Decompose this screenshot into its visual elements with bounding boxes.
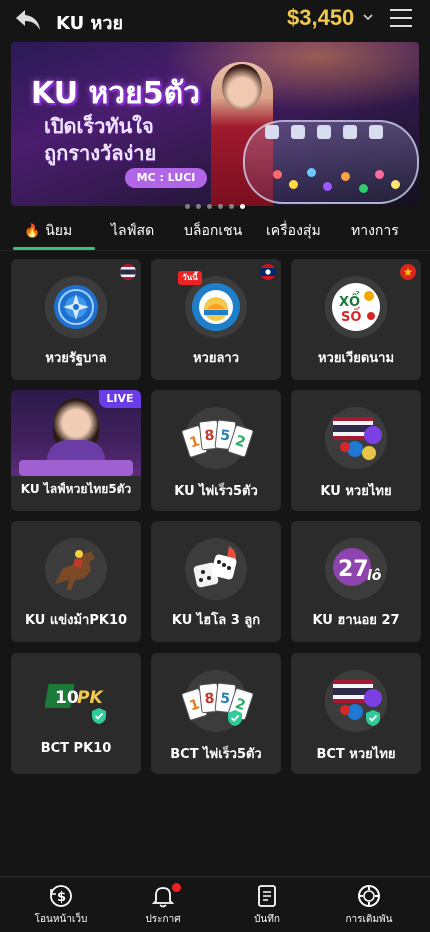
xo-so-logo-icon: XỔ SỐ <box>325 276 387 338</box>
tab-live[interactable]: ไลฟ์สด <box>111 220 154 242</box>
game-card-ku-fast-cards[interactable]: 1 8 5 2 KU ไพ่เร็ว5ตัว <box>151 390 281 511</box>
game-card-ku-live-thai5[interactable]: LIVE KU ไลฟ์หวยไทย5ตัว <box>11 390 141 511</box>
tabs-divider <box>0 250 430 251</box>
tab-label: นิยม <box>45 223 73 239</box>
game-card-thai-gov[interactable]: หวยรัฐบาล <box>11 259 141 380</box>
game-card-bct-fast-cards[interactable]: 1 8 5 2 BCT ไพ่เร็ว5ตัว <box>151 653 281 774</box>
tab-blockchain[interactable]: บล็อกเชน <box>184 220 242 242</box>
carousel-dot[interactable] <box>207 204 212 209</box>
game-label: หวยลาว <box>192 351 240 366</box>
lottery-machine-tubes <box>265 124 415 139</box>
nav-label: บันทึก <box>254 914 280 925</box>
game-card-ku-horse-pk10[interactable]: KU แข่งม้าPK10 <box>11 521 141 642</box>
number-cards-icon: 1 8 5 2 <box>181 407 254 469</box>
nav-transfer[interactable]: $ โอนหน้าเว็บ <box>16 883 106 927</box>
number-27-lo-icon: 27 lô <box>325 538 387 600</box>
game-label: KU ไฮโล 3 ลูก <box>171 613 261 628</box>
icon-subtext: lô <box>367 568 382 584</box>
card-digit: 5 <box>220 690 231 707</box>
nav-announcements[interactable]: ประกาศ <box>118 883 208 927</box>
category-tabs: 🔥 นิยม ไลฟ์สด บล็อกเชน เครื่องสุ่ม ทางการ <box>0 212 430 250</box>
thai-government-seal-icon <box>45 276 107 338</box>
carousel-dot[interactable] <box>229 204 234 209</box>
nav-bets[interactable]: การเดิมพัน <box>324 883 414 927</box>
game-label: KU ไลฟ์หวยไทย5ตัว <box>20 482 132 496</box>
laos-flag-icon <box>260 264 276 280</box>
game-label: BCT PK10 <box>40 741 112 756</box>
lao-lottery-logo-icon <box>185 276 247 338</box>
promo-banner[interactable]: KU หวย5ตัว เปิดเร็วทันใจ ถูกรางวัลง่าย M… <box>11 42 419 206</box>
lottery-balls-image <box>263 150 413 200</box>
wallet-balance[interactable]: $3,450 <box>287 5 354 31</box>
nav-records[interactable]: บันทึก <box>222 883 312 927</box>
nav-label: โอนหน้าเว็บ <box>34 914 88 925</box>
tab-popular[interactable]: 🔥 นิยม <box>24 220 72 242</box>
thai-flag-lottery-balls-icon <box>325 407 387 469</box>
top-bar: KU หวย $3,450 <box>0 0 430 40</box>
icon-subtext: PK <box>77 688 104 708</box>
game-card-ku-thai[interactable]: KU หวยไทย <box>291 390 421 511</box>
tab-official[interactable]: ทางการ <box>351 220 399 242</box>
svg-text:$: $ <box>57 890 66 905</box>
live-badge: LIVE <box>99 390 141 408</box>
vietnam-flag-icon <box>400 264 416 280</box>
racing-horse-icon <box>45 538 107 600</box>
shield-check-icon <box>228 710 242 726</box>
bottom-navigation: $ โอนหน้าเว็บ ประกาศ บันทึก การเดิมพัน <box>0 876 430 932</box>
game-label: หวยรัฐบาล <box>45 351 107 366</box>
tab-random[interactable]: เครื่องสุ่ม <box>266 220 321 242</box>
game-card-bct-thai[interactable]: BCT หวยไทย <box>291 653 421 774</box>
shield-check-icon <box>92 708 106 724</box>
fire-icon: 🔥 <box>24 224 41 239</box>
hamburger-menu-icon[interactable] <box>390 9 412 31</box>
card-digit: 5 <box>220 427 231 444</box>
xo-text: XỔ <box>339 292 360 310</box>
shield-check-icon <box>366 710 380 726</box>
game-card-vietnam[interactable]: XỔ SỐ หวยเวียดนาม <box>291 259 421 380</box>
game-label: KU ฮานอย 27 <box>312 613 400 628</box>
dice-icon <box>185 538 247 600</box>
carousel-dot[interactable] <box>196 204 201 209</box>
carousel-dot[interactable] <box>185 204 190 209</box>
nav-label: การเดิมพัน <box>345 914 393 925</box>
game-label: BCT ไพ่เร็ว5ตัว <box>170 747 262 762</box>
banner-subtitle-2: ถูกรางวัลง่าย <box>44 141 157 165</box>
nav-label: ประกาศ <box>145 914 181 925</box>
game-label: หวยเวียดนาม <box>317 351 395 366</box>
game-label: KU แข่งม้าPK10 <box>24 613 128 628</box>
game-card-ku-hanoi27[interactable]: 27 lô KU ฮานอย 27 <box>291 521 421 642</box>
chip-icon <box>358 885 380 907</box>
notification-dot <box>172 883 181 892</box>
card-digit: 8 <box>204 428 215 445</box>
today-badge: วันนี้ <box>178 271 202 285</box>
carousel-dot-active[interactable] <box>240 204 245 209</box>
game-card-ku-hilo[interactable]: KU ไฮโล 3 ลูก <box>151 521 281 642</box>
carousel-dot[interactable] <box>218 204 223 209</box>
card-digit: 8 <box>204 691 215 708</box>
game-label: KU ไพ่เร็ว5ตัว <box>174 484 258 499</box>
icon-number: 27 <box>338 557 369 582</box>
so-text: SỐ <box>341 307 361 325</box>
host-head-image <box>222 64 262 110</box>
thailand-flag-icon <box>120 264 136 280</box>
game-card-lao[interactable]: วันนี้ หวยลาว <box>151 259 281 380</box>
carousel-dots <box>0 194 430 209</box>
game-label: KU หวยไทย <box>320 484 392 499</box>
page-title: KU หวย <box>56 13 124 34</box>
host-name-badge: MC : LUCI <box>125 168 207 188</box>
game-label: BCT หวยไทย <box>316 747 396 762</box>
money-transfer-icon: $ <box>50 885 72 907</box>
game-card-bct-pk10[interactable]: 10 PK BCT PK10 <box>11 653 141 774</box>
document-icon <box>258 885 276 907</box>
icon-number: 10 <box>55 688 79 708</box>
chevron-down-icon[interactable] <box>362 11 374 23</box>
back-arrow-icon[interactable] <box>14 7 42 33</box>
